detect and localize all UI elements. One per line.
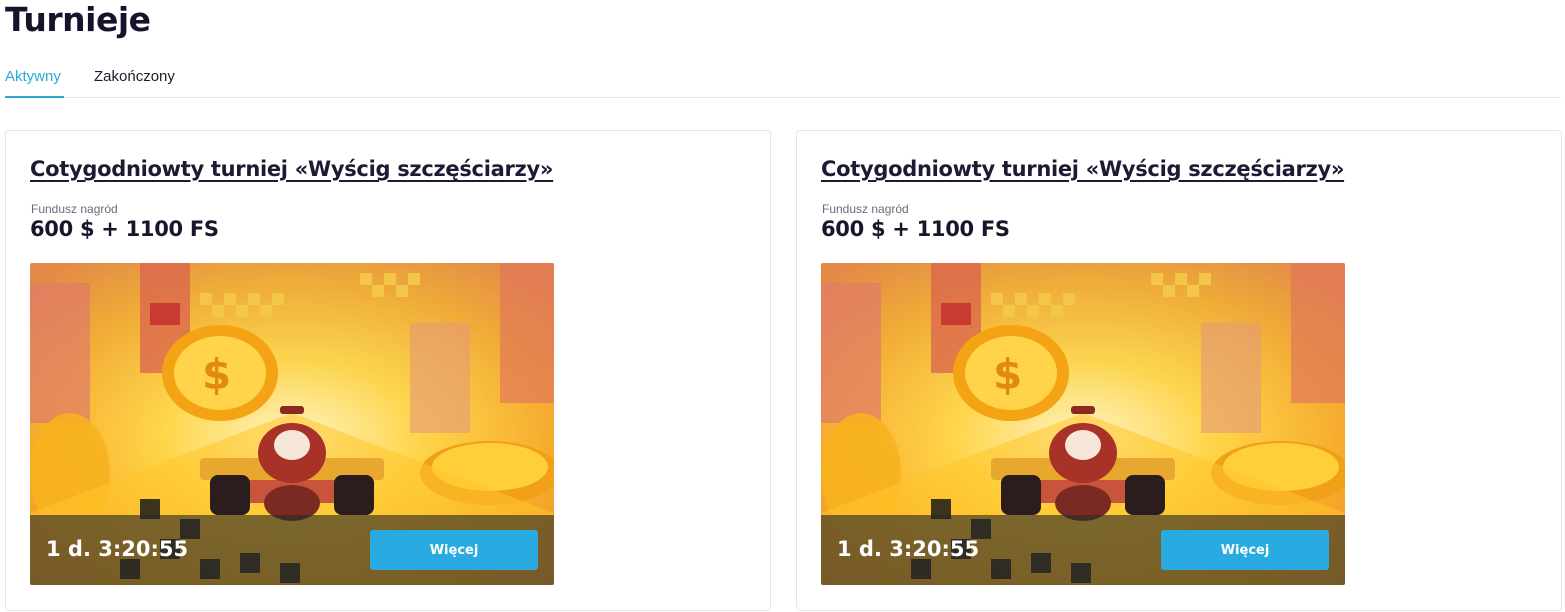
- tournament-card: Cotygodniowty turniej «Wyścig szczęściar…: [5, 130, 771, 611]
- prize-fund-value: 600 $ + 1100 FS: [821, 217, 1010, 241]
- prize-fund-label: Fundusz nagród: [822, 202, 909, 216]
- tournament-title-link[interactable]: Cotygodniowty turniej «Wyścig szczęściar…: [30, 157, 553, 181]
- tab-finished[interactable]: Zakończony: [94, 68, 184, 98]
- tab-active[interactable]: Aktywny: [5, 68, 64, 98]
- page-title: Turnieje: [5, 0, 151, 39]
- prize-fund-value: 600 $ + 1100 FS: [30, 217, 219, 241]
- svg-text:$: $: [993, 350, 1022, 399]
- tournament-card: Cotygodniowty turniej «Wyścig szczęściar…: [796, 130, 1562, 611]
- banner-footer: 1 d. 3:20:55 Więcej: [30, 515, 554, 585]
- more-button[interactable]: Więcej: [1161, 530, 1329, 570]
- prize-fund-label: Fundusz nagród: [31, 202, 118, 216]
- tournament-title-link[interactable]: Cotygodniowty turniej «Wyścig szczęściar…: [821, 157, 1344, 181]
- countdown-timer: 1 d. 3:20:55: [837, 537, 980, 561]
- tournament-banner[interactable]: $ 1 d. 3:20:55 Więcej: [30, 263, 554, 585]
- tournament-banner[interactable]: $ 1 d. 3:20:55 Więcej: [821, 263, 1345, 585]
- tab-bar: Aktywny Zakończony: [5, 60, 1561, 98]
- countdown-timer: 1 d. 3:20:55: [46, 537, 189, 561]
- svg-text:$: $: [202, 350, 231, 399]
- more-button[interactable]: Więcej: [370, 530, 538, 570]
- banner-footer: 1 d. 3:20:55 Więcej: [821, 515, 1345, 585]
